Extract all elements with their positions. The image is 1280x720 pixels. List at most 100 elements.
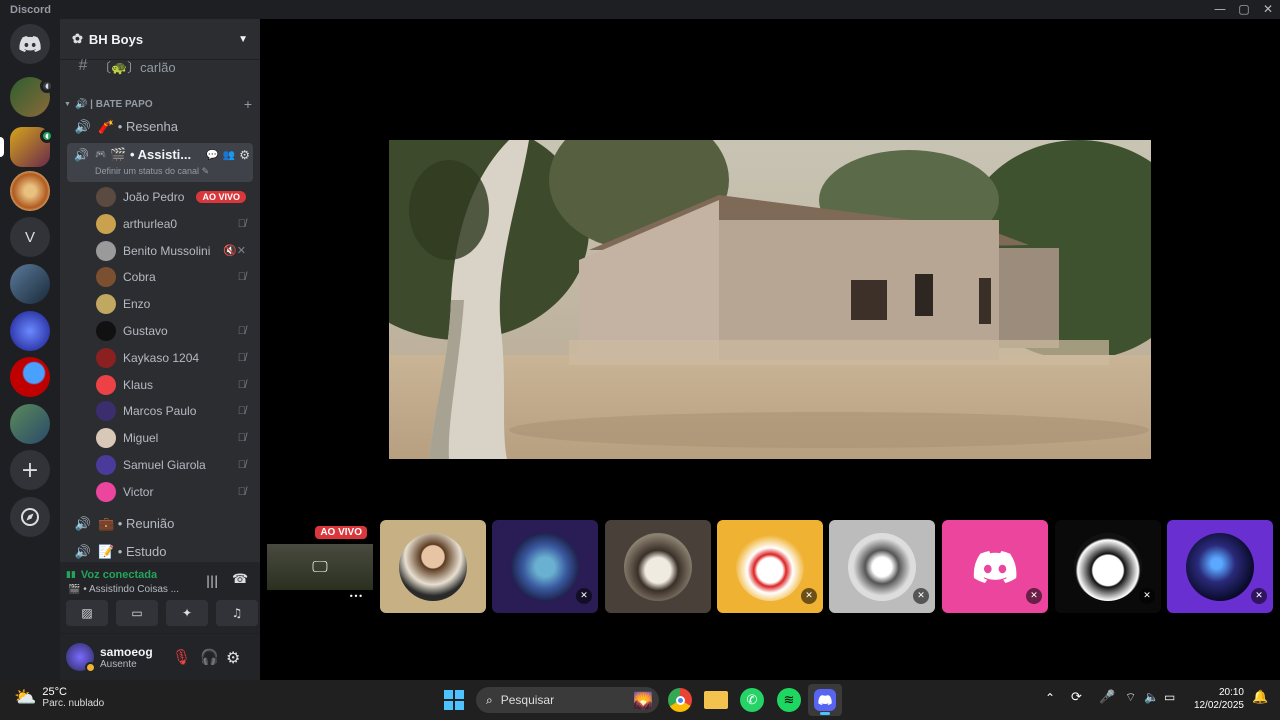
voice-member-row[interactable]: Klaus 🎙̸ (96, 373, 252, 397)
text-channel-carlao[interactable]: # 〔🐢〕carlão (68, 54, 252, 78)
participant-tile[interactable] (605, 520, 711, 613)
voice-member-row[interactable]: João Pedro AO VIVO (96, 185, 252, 209)
category-bate-papo[interactable]: ▼ 🔊 | BATE PAPO + (64, 96, 252, 112)
voice-member-row[interactable]: Benito Mussolini 🔇✕ (96, 239, 252, 263)
voice-member-row[interactable]: Samuel Giarola 🎙̸ (96, 453, 252, 477)
maximize-button[interactable]: ▢ (1232, 0, 1256, 19)
windows-start-icon[interactable] (442, 688, 466, 712)
channel-label: 📝 • Estudo (98, 544, 167, 559)
voice-member-row[interactable]: Gustavo 🎙̸ (96, 319, 252, 343)
voice-channel-resenha[interactable]: 🔊 🧨 • Resenha (68, 115, 252, 139)
soundboard-button[interactable]: ♫ (216, 600, 258, 626)
server-gear-icon: ✿ (72, 31, 83, 46)
explore-icon[interactable] (10, 497, 50, 537)
voice-status[interactable]: Voz conectada (81, 569, 157, 581)
voice-member-row[interactable]: Enzo (96, 292, 252, 316)
notification-bell-icon[interactable]: 🔔 (1252, 690, 1268, 705)
spotify-icon[interactable]: ≋ (777, 688, 801, 712)
voice-member-row[interactable]: Marcos Paulo 🎙̸ (96, 399, 252, 423)
weather-widget[interactable]: ⛅ 25°C Parc. nublado (14, 686, 104, 709)
member-name: Samuel Giarola (123, 458, 206, 472)
file-explorer-icon[interactable] (704, 691, 728, 709)
participant-tile[interactable]: ✕ (942, 520, 1048, 613)
participant-tile[interactable]: ✕ (1055, 520, 1161, 613)
stream-video[interactable] (389, 140, 1151, 459)
server-header[interactable]: ✿ BH Boys ▼ (60, 19, 260, 59)
mic-muted-icon: ✕ (576, 588, 592, 604)
server-list: ◖ ◖ V + (0, 19, 60, 680)
weather-desc: Parc. nublado (42, 698, 105, 709)
gear-icon[interactable]: ⚙ (239, 148, 250, 162)
member-name: Enzo (123, 297, 151, 312)
taskbar: ⛅ 25°C Parc. nublado ⌕ Pesquisar 🌄 ✆ ≋ ⌃… (0, 680, 1280, 720)
participant-tile[interactable] (380, 520, 486, 613)
member-name: arthurlea0 (123, 216, 178, 231)
speaker-icon: 🔊 (74, 148, 89, 162)
gear-icon[interactable]: ⚙ (226, 648, 240, 667)
invite-icon[interactable]: 👥 (223, 150, 235, 161)
share-screen-button[interactable]: ▭ (116, 600, 158, 626)
battery-icon[interactable]: ▭ (1164, 690, 1175, 704)
wifi-icon[interactable]: ⌔ (1125, 690, 1136, 705)
mic-muted-icon: ✕ (1139, 588, 1155, 604)
server-icon[interactable] (10, 311, 50, 351)
chrome-icon[interactable] (668, 688, 692, 712)
close-button[interactable]: ✕ (1256, 0, 1280, 19)
discord-home-icon[interactable] (10, 24, 50, 64)
minimize-button[interactable]: — (1208, 0, 1232, 19)
voice-member-row[interactable]: Kaykaso 1204 🎙̸ (96, 346, 252, 370)
whatsapp-icon[interactable]: ✆ (740, 688, 764, 712)
voice-member-row[interactable]: Miguel 🎙̸ (96, 426, 252, 450)
voice-channel-assistindo[interactable]: 🔊 🎮 🎬 • Assisti... 💬 👥 ⚙ Definir um stat… (67, 143, 253, 182)
server-name: BH Boys (88, 31, 144, 47)
voice-member-row[interactable]: arthurlea0 🎙̸ (96, 212, 252, 236)
channel-label: 🧨 • Resenha (98, 119, 178, 134)
voice-member-row[interactable]: Cobra 🎙̸ (96, 265, 252, 289)
noise-suppression-icon[interactable]: ||| (206, 574, 218, 588)
volume-icon[interactable]: 🔈 (1144, 690, 1159, 704)
mic-muted-icon[interactable]: 🎙 (172, 648, 191, 666)
server-icon[interactable] (10, 357, 50, 397)
avatar (96, 213, 116, 234)
server-icon[interactable] (10, 171, 50, 211)
member-name: João Pedro (123, 190, 185, 204)
participant-tile[interactable]: ✕ (717, 520, 823, 613)
add-channel-icon[interactable]: + (244, 96, 252, 112)
activities-button[interactable]: ✦ (166, 600, 208, 626)
sync-icon[interactable]: ⟳ (1071, 690, 1082, 705)
avatar (96, 294, 116, 315)
stream-live-badge: AO VIVO (315, 526, 367, 539)
participant-tile[interactable]: ✕ (492, 520, 598, 613)
taskbar-search[interactable]: ⌕ Pesquisar 🌄 (476, 687, 659, 713)
clock[interactable]: 20:10 12/02/2025 (1190, 686, 1244, 712)
participant-tile[interactable]: ✕ (1167, 520, 1273, 613)
channel-status-hint[interactable]: Definir um status do canal ✎ (95, 166, 209, 177)
headphones-icon[interactable]: 🎧 (200, 648, 219, 666)
user-panel: samoeog Ausente 🎙 🎧 ⚙ (60, 634, 260, 680)
server-icon[interactable] (10, 264, 50, 304)
stream-tile[interactable]: AO VIVO 🖵 ••• (267, 520, 373, 613)
disconnect-icon[interactable]: ☎ (232, 572, 248, 587)
chevron-up-icon[interactable]: ⌃ (1045, 691, 1055, 705)
add-server-icon[interactable]: + (10, 450, 50, 490)
server-icon[interactable]: ◖ (10, 77, 54, 117)
voice-member-row[interactable]: Victor 🎙̸ (96, 480, 252, 504)
voice-channel-reuniao[interactable]: 🔊 💼 • Reunião (68, 512, 252, 536)
camera-off-button[interactable]: ▨ (66, 600, 108, 626)
server-icon-v[interactable]: V (10, 217, 50, 257)
voice-channel-estudo[interactable]: 🔊 📝 • Estudo (68, 540, 252, 564)
idle-status-icon (85, 662, 96, 673)
voice-stage: AO VIVO 🖵 ••• ✕ ✕ ✕ ✕ ✕ ✕ (260, 19, 1280, 680)
more-options-button[interactable]: ••• (349, 592, 363, 601)
member-name: Kaykaso 1204 (123, 350, 200, 365)
voice-channel-name[interactable]: 🎬 • Assistindo Coisas ... (68, 584, 198, 595)
microphone-icon[interactable]: 🎤 (1099, 690, 1115, 705)
server-icon-bh-boys[interactable]: ◖ (10, 127, 54, 167)
participant-tile[interactable]: ✕ (829, 520, 935, 613)
avatar (848, 532, 916, 601)
avatar[interactable] (66, 643, 96, 673)
discord-taskbar-button[interactable] (808, 684, 842, 716)
chat-icon[interactable]: 💬 (206, 150, 218, 161)
server-icon[interactable] (10, 404, 50, 444)
avatar (96, 321, 116, 341)
